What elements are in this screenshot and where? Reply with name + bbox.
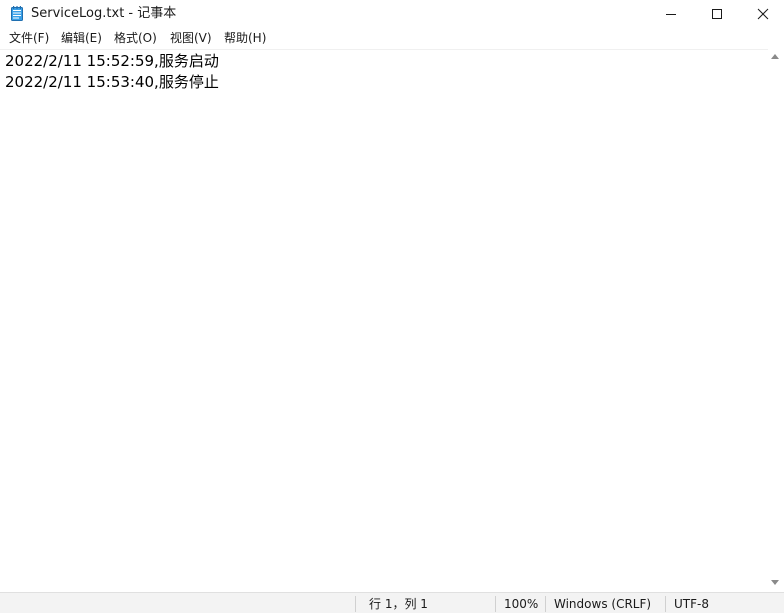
notepad-icon xyxy=(11,6,23,21)
minimize-button[interactable] xyxy=(648,0,694,28)
zoom-level: 100% xyxy=(504,597,539,611)
status-divider xyxy=(545,596,546,612)
status-bar: 行 1，列 1 100% Windows (CRLF) UTF-8 xyxy=(0,592,784,613)
scroll-up-icon[interactable] xyxy=(771,54,779,59)
title-bar[interactable]: ServiceLog.txt - 记事本 xyxy=(0,0,784,28)
maximize-icon xyxy=(712,9,722,19)
minimize-icon xyxy=(666,14,676,15)
maximize-button[interactable] xyxy=(694,0,740,28)
menu-format[interactable]: 格式(O) xyxy=(114,30,157,46)
menu-help[interactable]: 帮助(H) xyxy=(224,30,266,46)
cursor-position: 行 1，列 1 xyxy=(369,597,428,611)
text-editor[interactable]: 2022/2/11 15:52:59,服务启动 2022/2/11 15:53:… xyxy=(0,49,768,593)
window-title: ServiceLog.txt - 记事本 xyxy=(31,6,177,21)
menu-file[interactable]: 文件(F) xyxy=(9,30,49,46)
line-ending: Windows (CRLF) xyxy=(554,597,652,611)
editor-line: 2022/2/11 15:52:59,服务启动 xyxy=(5,52,219,70)
vertical-scrollbar[interactable] xyxy=(768,49,784,592)
status-divider xyxy=(355,596,356,612)
encoding: UTF-8 xyxy=(674,597,709,611)
notepad-window: ServiceLog.txt - 记事本 文件(F) 编辑(E) 格式(O) 视… xyxy=(0,0,784,613)
status-divider xyxy=(665,596,666,612)
editor-line: 2022/2/11 15:53:40,服务停止 xyxy=(5,73,219,91)
menu-view[interactable]: 视图(V) xyxy=(170,30,212,46)
close-icon xyxy=(757,8,769,20)
status-divider xyxy=(495,596,496,612)
close-button[interactable] xyxy=(740,0,784,28)
menu-bar: 文件(F) 编辑(E) 格式(O) 视图(V) 帮助(H) xyxy=(0,28,784,48)
scroll-down-icon[interactable] xyxy=(771,580,779,585)
menu-edit[interactable]: 编辑(E) xyxy=(61,30,102,46)
